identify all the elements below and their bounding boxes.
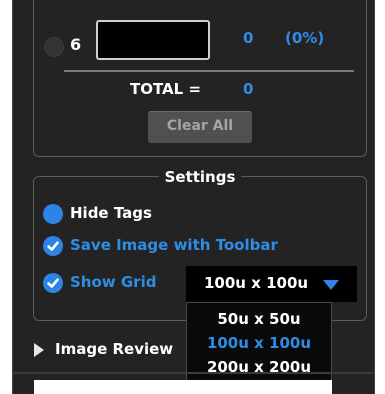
checkmark-icon [47,278,59,288]
panel-divider [12,372,373,374]
chevron-down-icon[interactable] [322,279,340,291]
row-6-radio[interactable] [44,37,64,57]
content-border-left [33,380,34,394]
settings-title: Settings [34,167,366,186]
row-number: 6 [70,35,82,54]
row-count: 0 [243,29,254,47]
content-border-right [332,380,333,394]
grid-size-select[interactable]: 100u x 100u [186,266,357,302]
total-divider [64,70,354,72]
clear-all-button[interactable]: Clear All [148,111,252,143]
grid-option-100[interactable]: 100u x 100u [187,334,331,352]
save-image-checkbox[interactable] [43,236,63,256]
total-label: TOTAL = [130,80,202,98]
image-review-label: Image Review [55,340,174,358]
save-image-label[interactable]: Save Image with Toolbar [70,236,278,254]
show-grid-label[interactable]: Show Grid [70,273,156,291]
row-6-name-input[interactable] [96,20,210,60]
row-percent: (0%) [285,29,325,47]
hide-tags-label[interactable]: Hide Tags [70,204,152,222]
hide-tags-radio[interactable] [43,204,63,224]
expand-triangle-icon [34,343,44,357]
content-area [33,380,333,394]
show-grid-checkbox[interactable] [43,273,63,293]
grid-size-value: 100u x 100u [204,274,309,292]
settings-title-text: Settings [158,168,242,186]
grid-option-50[interactable]: 50u x 50u [187,310,331,328]
total-value: 0 [243,80,254,98]
checkmark-icon [47,241,59,251]
